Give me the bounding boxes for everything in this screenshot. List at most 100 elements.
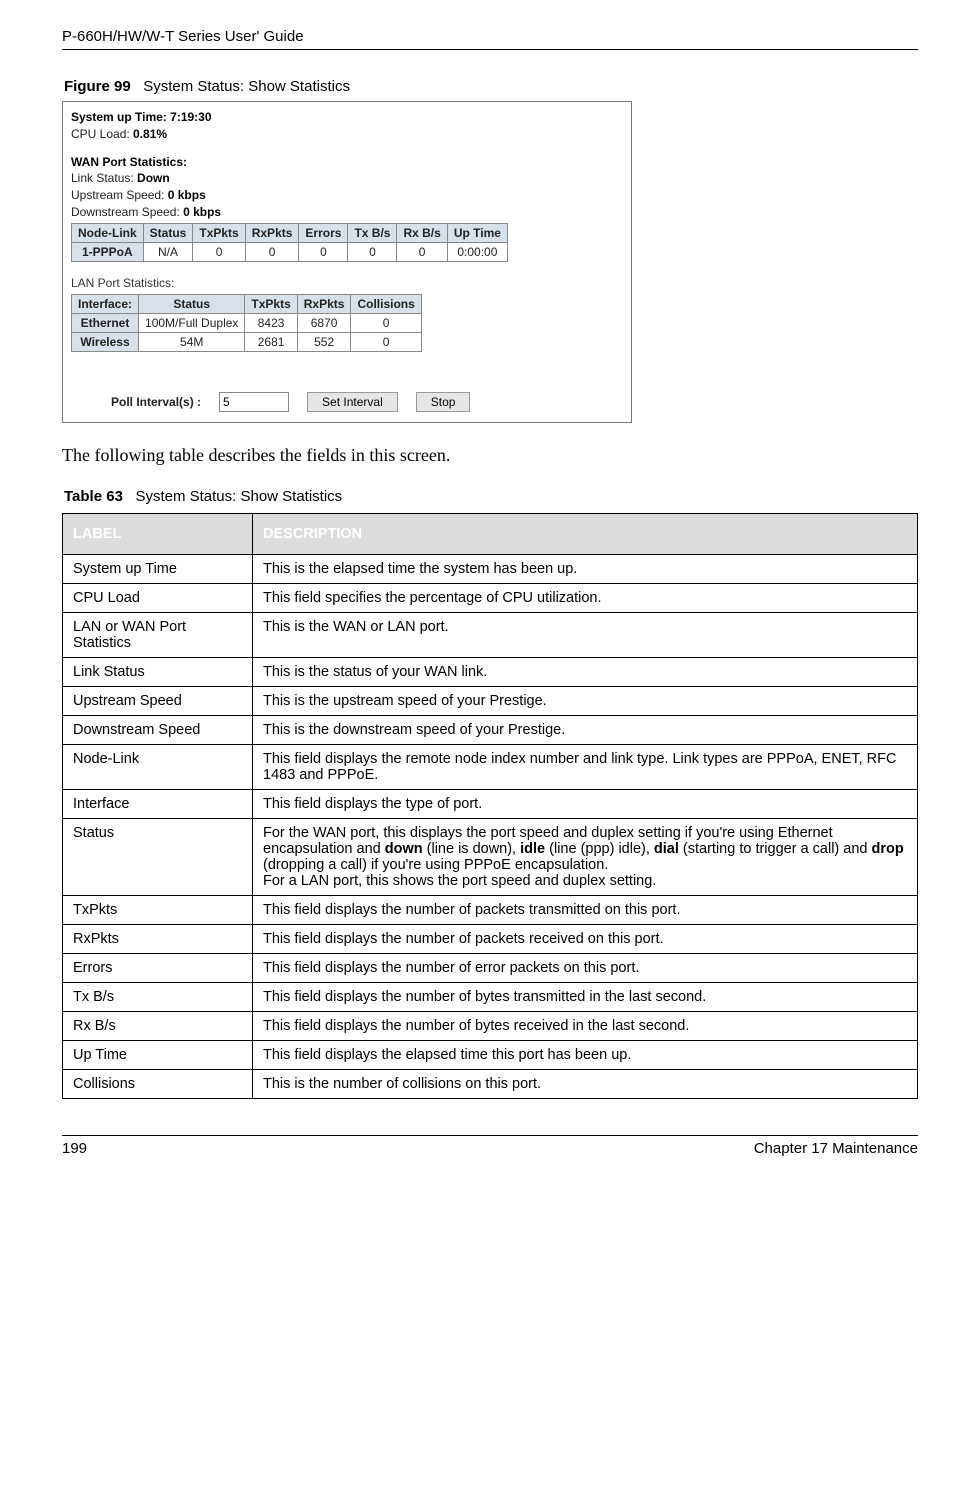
row-desc: This field displays the remote node inde… — [253, 745, 918, 790]
table-row: Link StatusThis is the status of your WA… — [63, 658, 918, 687]
table-row: LAN or WAN Port StatisticsThis is the WA… — [63, 613, 918, 658]
upstream-value: 0 kbps — [168, 188, 206, 202]
page-footer: 199 Chapter 17 Maintenance — [62, 1135, 918, 1157]
lan-cell: 6870 — [297, 314, 351, 333]
table-row: Up TimeThis field displays the elapsed t… — [63, 1041, 918, 1070]
figure-caption: Figure 99 System Status: Show Statistics — [64, 78, 918, 95]
cpu-value: 0.81% — [133, 127, 167, 141]
row-desc: This is the number of collisions on this… — [253, 1070, 918, 1099]
row-label: Status — [63, 819, 253, 896]
row-label: RxPkts — [63, 925, 253, 954]
lan-cell: 2681 — [245, 333, 297, 352]
lan-if-eth: Ethernet — [72, 314, 139, 333]
poll-interval-input[interactable] — [219, 392, 289, 412]
row-label: Downstream Speed — [63, 716, 253, 745]
text: For a LAN port, this shows the port spee… — [263, 873, 656, 889]
col-description: DESCRIPTION — [253, 514, 918, 555]
wan-h-err: Errors — [299, 224, 348, 243]
cpu-label: CPU Load: — [71, 127, 130, 141]
wan-h-rxbs: Rx B/s — [397, 224, 447, 243]
page-number: 199 — [62, 1140, 87, 1157]
table-row: Node-LinkThis field displays the remote … — [63, 745, 918, 790]
lan-cell: 100M/Full Duplex — [139, 314, 245, 333]
table-row: Status For the WAN port, this displays t… — [63, 819, 918, 896]
lan-h-rx: RxPkts — [297, 295, 351, 314]
text: (starting to trigger a call) and — [679, 841, 872, 857]
wan-cell: 0 — [299, 243, 348, 262]
lan-table: Interface: Status TxPkts RxPkts Collisio… — [71, 294, 422, 352]
lan-row-wireless: Wireless 54M 2681 552 0 — [72, 333, 422, 352]
row-desc: This is the status of your WAN link. — [253, 658, 918, 687]
text: (line is down), — [423, 841, 521, 857]
table-row: TxPktsThis field displays the number of … — [63, 896, 918, 925]
row-desc: This field displays the number of packet… — [253, 896, 918, 925]
figure-label: Figure 99 — [64, 78, 131, 95]
text: (line (ppp) idle), — [545, 841, 654, 857]
table-row: Downstream SpeedThis is the downstream s… — [63, 716, 918, 745]
row-desc: This field displays the number of bytes … — [253, 983, 918, 1012]
wan-cell: N/A — [143, 243, 193, 262]
bold: dial — [654, 841, 679, 857]
lan-cell: 8423 — [245, 314, 297, 333]
row-label: Up Time — [63, 1041, 253, 1070]
row-desc: For the WAN port, this displays the port… — [253, 819, 918, 896]
link-status-label: Link Status: — [71, 171, 134, 185]
row-label: System up Time — [63, 555, 253, 584]
row-label: Errors — [63, 954, 253, 983]
row-label: Node-Link — [63, 745, 253, 790]
row-desc: This field displays the elapsed time thi… — [253, 1041, 918, 1070]
wan-section-title: WAN Port Statistics: — [71, 155, 623, 169]
row-label: Upstream Speed — [63, 687, 253, 716]
row-label: TxPkts — [63, 896, 253, 925]
table-row: InterfaceThis field displays the type of… — [63, 790, 918, 819]
row-label: Interface — [63, 790, 253, 819]
row-desc: This field displays the number of bytes … — [253, 1012, 918, 1041]
table-row: RxPktsThis field displays the number of … — [63, 925, 918, 954]
uptime-value: 7:19:30 — [170, 110, 211, 124]
row-label: Collisions — [63, 1070, 253, 1099]
stop-button[interactable]: Stop — [416, 392, 471, 412]
wan-row: 1-PPPoA N/A 0 0 0 0 0 0:00:00 — [72, 243, 508, 262]
wan-h-rx: RxPkts — [245, 224, 299, 243]
row-label: LAN or WAN Port Statistics — [63, 613, 253, 658]
table-row: System up TimeThis is the elapsed time t… — [63, 555, 918, 584]
downstream-value: 0 kbps — [183, 205, 221, 219]
wan-cell: 0:00:00 — [447, 243, 507, 262]
row-label: Rx B/s — [63, 1012, 253, 1041]
wan-cell: 0 — [245, 243, 299, 262]
lan-h-tx: TxPkts — [245, 295, 297, 314]
lan-h-if: Interface: — [72, 295, 139, 314]
lan-row-ethernet: Ethernet 100M/Full Duplex 8423 6870 0 — [72, 314, 422, 333]
text: (dropping a call) if you're using PPPoE … — [263, 857, 608, 873]
wan-h-up: Up Time — [447, 224, 507, 243]
lan-cell: 552 — [297, 333, 351, 352]
figure-title: System Status: Show Statistics — [143, 78, 350, 95]
upstream-label: Upstream Speed: — [71, 188, 164, 202]
row-label: Tx B/s — [63, 983, 253, 1012]
table-row: CollisionsThis is the number of collisio… — [63, 1070, 918, 1099]
link-status-value: Down — [137, 171, 170, 185]
uptime-label: System up Time: — [71, 110, 167, 124]
lan-h-col: Collisions — [351, 295, 421, 314]
chapter-label: Chapter 17 Maintenance — [754, 1140, 918, 1157]
bold: down — [385, 841, 423, 857]
lan-section-title: LAN Port Statistics: — [71, 276, 623, 290]
row-desc: This is the downstream speed of your Pre… — [253, 716, 918, 745]
wan-node-link[interactable]: 1-PPPoA — [72, 243, 144, 262]
poll-interval-label: Poll Interval(s) : — [111, 395, 201, 409]
wan-cell: 0 — [193, 243, 245, 262]
table-row: CPU LoadThis field specifies the percent… — [63, 584, 918, 613]
wan-h-node: Node-Link — [72, 224, 144, 243]
table-caption: Table 63 System Status: Show Statistics — [64, 488, 918, 505]
intro-paragraph: The following table describes the fields… — [62, 445, 918, 466]
table-row: Rx B/sThis field displays the number of … — [63, 1012, 918, 1041]
table-row: Upstream SpeedThis is the upstream speed… — [63, 687, 918, 716]
set-interval-button[interactable]: Set Interval — [307, 392, 398, 412]
row-desc: This is the WAN or LAN port. — [253, 613, 918, 658]
lan-cell: 0 — [351, 314, 421, 333]
bold: drop — [872, 841, 904, 857]
table-label: Table 63 — [64, 488, 123, 505]
row-label: Link Status — [63, 658, 253, 687]
row-desc: This field displays the number of error … — [253, 954, 918, 983]
description-table: LABEL DESCRIPTION System up TimeThis is … — [62, 513, 918, 1099]
